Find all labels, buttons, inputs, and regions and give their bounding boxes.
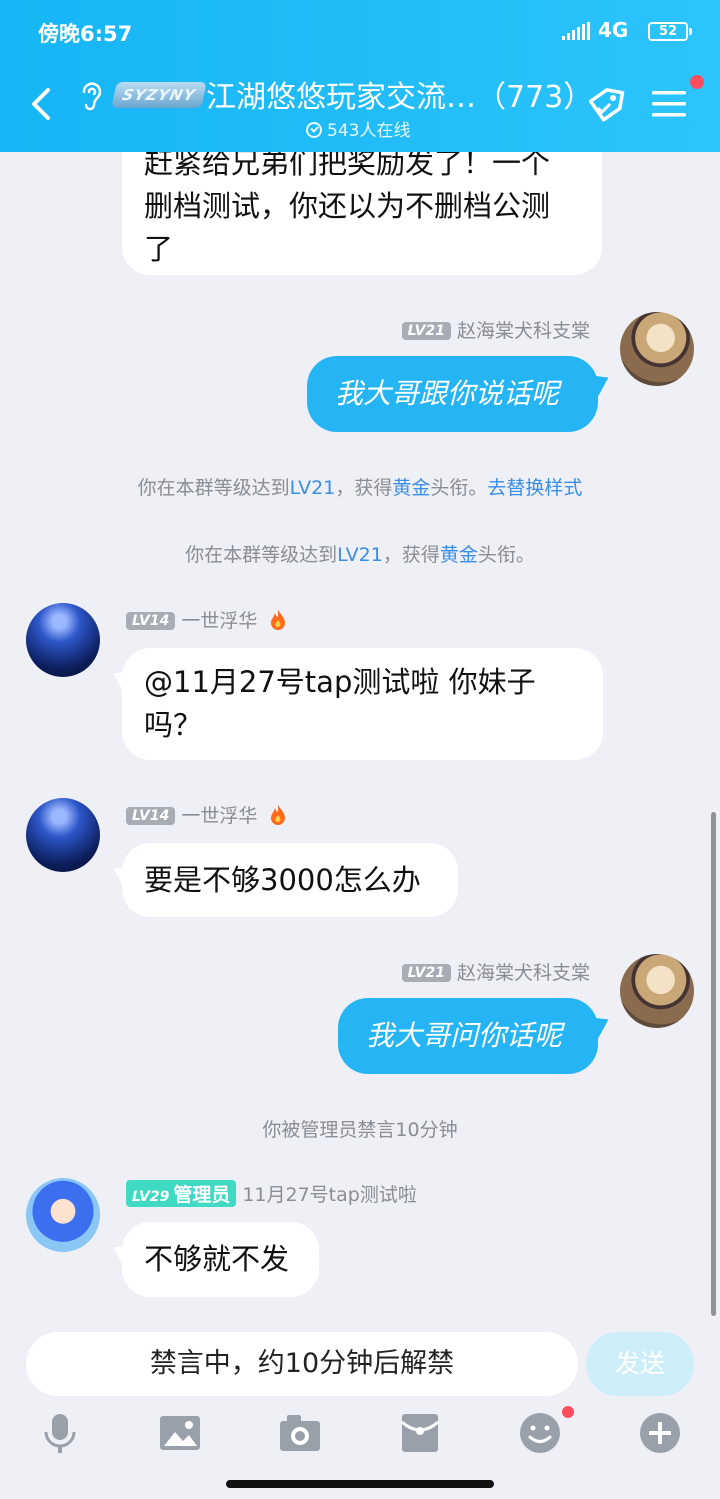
sender-name-row: LV29 管理员 11月27号tap测试啦 (126, 1180, 417, 1207)
notification-dot (562, 1406, 574, 1418)
system-message: 你在本群等级达到LV21，获得黄金头衔。去替换样式 (137, 477, 583, 499)
home-indicator[interactable] (226, 1480, 494, 1488)
group-title[interactable]: 江湖悠悠玩家交流…（773） (206, 72, 593, 116)
admin-badge: LV29 管理员 (126, 1180, 237, 1207)
level-badge: LV14 (126, 612, 176, 630)
fire-icon (271, 610, 286, 630)
online-count: 543人在线 (306, 116, 410, 141)
signal-icon (562, 22, 590, 40)
level-badge: LV21 (401, 964, 451, 982)
avatar[interactable] (26, 798, 100, 872)
avatar[interactable] (620, 954, 694, 1028)
fire-icon (271, 805, 286, 825)
status-bar: 傍晚6:57 4G 52 (0, 0, 720, 62)
sender-name-row: LV21 赵海棠犬科支棠 (401, 316, 590, 343)
group-logo: SYZYNY (111, 82, 207, 108)
network-type: 4G (598, 18, 629, 42)
send-button[interactable]: 发送 (586, 1332, 694, 1396)
system-message: 你在本群等级达到LV21，获得黄金头衔。 (185, 544, 535, 566)
battery-icon: 52 (648, 22, 692, 41)
sender-name[interactable]: 一世浮华 (181, 805, 257, 827)
message-bubble[interactable]: 不够就不发 (122, 1222, 319, 1297)
scrollbar[interactable] (711, 812, 716, 1316)
mic-icon[interactable] (39, 1412, 81, 1454)
red-packet-icon[interactable] (399, 1412, 441, 1454)
status-time: 傍晚6:57 (38, 22, 133, 46)
message-bubble-self[interactable]: 我大哥问你话呢 (338, 998, 598, 1074)
tag-icon[interactable] (584, 84, 628, 128)
plus-icon[interactable] (639, 1412, 681, 1454)
sender-name[interactable]: 11月27号tap测试啦 (242, 1184, 417, 1206)
sender-name-row: LV14 一世浮华 (126, 606, 287, 633)
image-icon[interactable] (159, 1412, 201, 1454)
sender-name-row: LV14 一世浮华 (126, 801, 287, 828)
replace-style-link[interactable]: 去替换样式 (487, 477, 582, 499)
menu-icon[interactable] (652, 90, 686, 118)
system-message: 你被管理员禁言10分钟 (262, 1119, 458, 1141)
message-bubble-self[interactable]: 我大哥跟你说话呢 (307, 356, 598, 432)
sender-name-row: LV21 赵海棠犬科支棠 (401, 958, 590, 985)
ear-icon[interactable] (78, 80, 102, 112)
avatar[interactable] (620, 312, 694, 386)
message-input[interactable]: 禁言中，约10分钟后解禁 (26, 1332, 578, 1396)
emoji-icon[interactable] (519, 1412, 561, 1454)
sender-name[interactable]: 一世浮华 (181, 610, 257, 632)
camera-icon[interactable] (279, 1412, 321, 1454)
sender-name[interactable]: 赵海棠犬科支棠 (457, 962, 590, 984)
chat-header: 傍晚6:57 4G 52 SYZYNY 江湖悠悠玩家交流…（773） 543人在… (0, 0, 720, 152)
sender-name[interactable]: 赵海棠犬科支棠 (457, 320, 590, 342)
check-circle-icon (306, 122, 322, 138)
message-bubble[interactable]: 要是不够3000怎么办 (122, 843, 458, 917)
avatar[interactable] (26, 1178, 100, 1252)
message-bubble[interactable]: @11月27号tap测试啦 你妹子 吗？ (122, 648, 603, 760)
back-icon[interactable] (24, 84, 60, 124)
level-badge: LV21 (401, 322, 451, 340)
avatar[interactable] (26, 603, 100, 677)
level-badge: LV14 (126, 807, 176, 825)
notification-dot (690, 75, 704, 89)
